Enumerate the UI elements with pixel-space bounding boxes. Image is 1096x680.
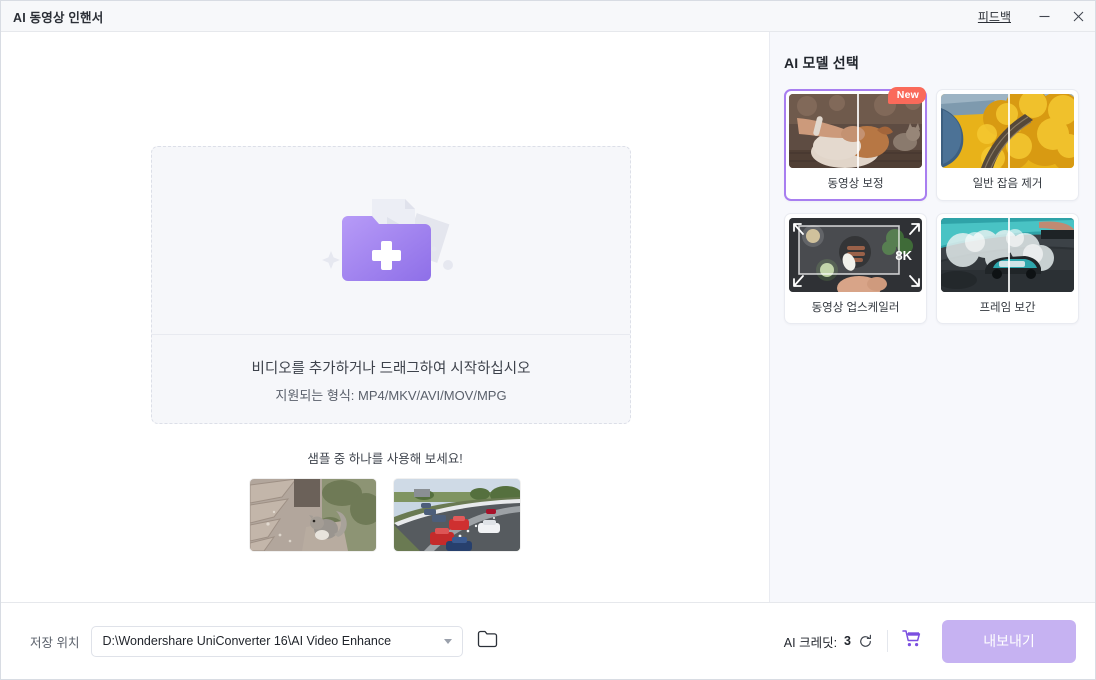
main-panel: 비디오를 추가하거나 드래그하여 시작하십시오 지원되는 형식: MP4/MKV… [1, 32, 770, 602]
model-card-denoise[interactable]: 일반 잡음 제거 [936, 89, 1079, 201]
new-badge: New [887, 87, 926, 104]
dropzone-primary-text: 비디오를 추가하거나 드래그하여 시작하십시오 [251, 361, 531, 377]
sample-squirrel-on-bench[interactable] [250, 479, 376, 551]
ai-credits-label: AI 크레딧: [783, 635, 838, 650]
dropzone-secondary-text: 지원되는 형식: MP4/MKV/AVI/MOV/MPG [275, 388, 507, 403]
model-label-1: 일반 잡음 제거 [972, 178, 1043, 190]
add-folder-icon [317, 189, 465, 292]
ai-credits-value: 3 [844, 634, 851, 648]
samples-row [250, 479, 520, 551]
app-window: AI 동영상 인핸서 피드백 비디오를 추가하거나 드래그하여 시작하십시오 지… [0, 0, 1096, 680]
model-thumb-autumn-river [941, 94, 1074, 168]
shopping-cart-button[interactable] [902, 629, 922, 653]
video-dropzone[interactable]: 비디오를 추가하거나 드래그하여 시작하십시오 지원되는 형식: MP4/MKV… [151, 146, 631, 424]
refresh-icon[interactable] [858, 634, 873, 649]
window-controls: 피드백 [978, 1, 1095, 32]
app-title: AI 동영상 인핸서 [13, 10, 104, 25]
bottom-divider [887, 630, 888, 652]
ai-model-sidebar: AI 모델 선택 New 동영상 보정 일반 잡음 제거 8K 동영상 업스케일… [770, 32, 1095, 602]
sample-highway-traffic[interactable] [394, 479, 520, 551]
model-label-0: 동영상 보정 [827, 178, 884, 190]
sidebar-title: AI 모델 선택 [784, 55, 859, 71]
model-label-3: 프레임 보간 [979, 302, 1036, 314]
chevron-down-icon [444, 638, 453, 644]
save-location-label: 저장 위치 [30, 635, 80, 650]
samples-title: 샘플 중 하나를 사용해 보세요! [307, 452, 463, 466]
svg-text:8K: 8K [895, 248, 912, 263]
minimize-button[interactable] [1027, 1, 1061, 32]
open-folder-button[interactable] [477, 630, 498, 653]
ai-credits: AI 크레딧: 3 [784, 632, 873, 651]
model-card-video-enhancer[interactable]: New 동영상 보정 [784, 87, 927, 201]
model-thumb-dog-paw [789, 94, 922, 168]
save-location-select[interactable]: D:\Wondershare UniConverter 16\AI Video … [91, 625, 464, 657]
model-thumb-food-table: 8K [789, 218, 922, 292]
close-button[interactable] [1061, 1, 1095, 32]
save-location-value: D:\Wondershare UniConverter 16\AI Video … [102, 634, 392, 648]
model-thumb-drift-car [941, 218, 1074, 292]
model-grid: New 동영상 보정 일반 잡음 제거 8K 동영상 업스케일러 프레임 보간 [784, 87, 1079, 324]
model-label-2: 동영상 업스케일러 [811, 302, 900, 314]
shopping-cart-icon [902, 629, 922, 653]
folder-icon [477, 630, 498, 653]
dropzone-text-area: 비디오를 추가하거나 드래그하여 시작하십시오 지원되는 형식: MP4/MKV… [152, 335, 630, 423]
bottom-bar: 저장 위치 D:\Wondershare UniConverter 16\AI … [1, 602, 1095, 679]
export-button[interactable]: 내보내기 [942, 619, 1076, 663]
model-card-frame-interpolation[interactable]: 프레임 보간 [936, 213, 1079, 324]
body-area: 비디오를 추가하거나 드래그하여 시작하십시오 지원되는 형식: MP4/MKV… [1, 32, 1095, 602]
model-card-upscaler[interactable]: 8K 동영상 업스케일러 [784, 213, 927, 324]
title-bar: AI 동영상 인핸서 피드백 [1, 1, 1095, 32]
samples-section: 샘플 중 하나를 사용해 보세요! [1, 448, 769, 551]
feedback-link[interactable]: 피드백 [978, 8, 1011, 25]
dropzone-icon-area [152, 147, 630, 335]
